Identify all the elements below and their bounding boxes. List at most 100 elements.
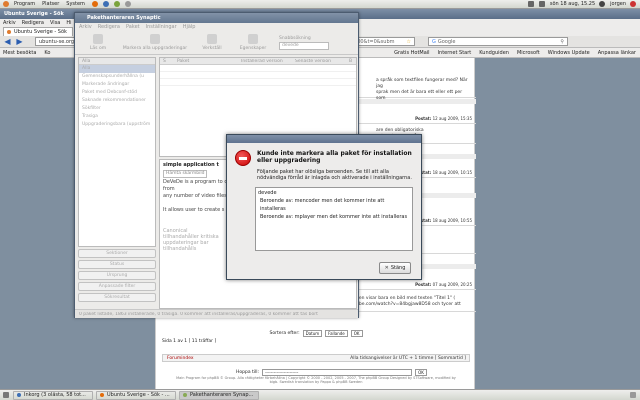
synaptic-icon xyxy=(183,393,187,397)
firefox-window-title: Ubuntu Sverige - Sök xyxy=(4,11,64,17)
timezone-text: Alla tidsangivelser är UTC + 1 timme [ S… xyxy=(350,355,466,361)
bookmark-star-icon[interactable]: ☆ xyxy=(407,39,414,45)
bookmark-hotmail[interactable]: Gratis HotMail xyxy=(394,50,429,56)
filter-item[interactable]: Gemenskapsunderhållna (u xyxy=(79,73,155,81)
trash-icon[interactable] xyxy=(630,392,636,398)
error-icon xyxy=(235,150,251,166)
power-icon[interactable] xyxy=(630,1,636,7)
syn-menu-arkiv[interactable]: Arkiv xyxy=(79,24,92,30)
synaptic-window-title: Pakethanteraren Synaptic xyxy=(87,15,161,21)
forward-icon[interactable]: ▶ xyxy=(15,37,24,46)
filter-item[interactable]: Saknade rekommendationer xyxy=(79,97,155,105)
mail-icon xyxy=(17,393,21,397)
col-status[interactable]: S xyxy=(163,59,173,64)
synaptic-statusbar: 0 paket listade, 1863 installerade, 0 tr… xyxy=(75,309,358,318)
col-installed[interactable]: Installerad version xyxy=(241,59,291,64)
network-icon[interactable] xyxy=(527,1,534,7)
taskbar-item-inbox[interactable]: Inkorg (3 olästa, 58 tot... xyxy=(13,390,93,400)
sort-field-select[interactable]: Datum xyxy=(302,329,323,337)
reload-icon xyxy=(93,34,103,44)
quick-search-label: Snabbsökning xyxy=(279,35,311,41)
menu-platser[interactable]: Platser xyxy=(42,1,59,7)
table-row[interactable] xyxy=(160,65,356,72)
syn-menu-installningar[interactable]: Inställningar xyxy=(146,24,177,30)
ff-menu-arkiv[interactable]: Arkiv xyxy=(3,20,16,26)
syn-menu-redigera[interactable]: Redigera xyxy=(98,24,120,30)
volume-icon[interactable] xyxy=(538,1,545,7)
sort-order-select[interactable]: Fallande xyxy=(325,329,348,337)
synaptic-menubar: Arkiv Redigera Paket Inställningar Hjälp xyxy=(75,23,358,31)
forum-index-link[interactable]: Forumindex xyxy=(167,356,194,361)
origin-button[interactable]: Ursprung xyxy=(78,271,156,280)
user-name[interactable]: jorgen xyxy=(610,1,626,7)
properties-button[interactable]: Egenskaper xyxy=(234,34,272,51)
mark-all-upgrades-button[interactable]: Markera alla uppgraderingar xyxy=(120,34,190,51)
filter-item[interactable]: Trasiga xyxy=(79,113,155,121)
menu-program[interactable]: Program xyxy=(14,1,35,7)
close-button-label: Stäng xyxy=(390,265,406,271)
bookmark-mest-besokta[interactable]: Mest besökta xyxy=(3,50,36,56)
dialog-message: Följande paket har olösliga beroenden. S… xyxy=(257,169,412,181)
error-dialog: Kunde inte markera alla paket för instal… xyxy=(226,134,422,280)
screenshot-button[interactable]: Hämta skärmbild xyxy=(163,170,208,178)
filter-item[interactable]: Alla xyxy=(79,65,155,73)
sections-button[interactable]: Sektioner xyxy=(78,249,156,258)
jump-ok-button[interactable]: OK xyxy=(415,369,427,376)
bookmark-kundguiden[interactable]: Kundguiden xyxy=(479,50,509,56)
table-row[interactable] xyxy=(160,79,356,86)
favicon-icon xyxy=(7,30,11,34)
app-launcher-icon[interactable] xyxy=(113,1,120,7)
filter-item[interactable]: Uppgraderingsbara (uppström xyxy=(79,121,155,129)
help-launcher-icon[interactable] xyxy=(124,1,131,7)
sort-bar: Sortera efter: Datum Fallande OK xyxy=(156,328,476,338)
search-results-button[interactable]: Sökresultat xyxy=(78,293,156,302)
col-b[interactable]: B xyxy=(349,59,352,64)
jump-select[interactable]: ----------------------- xyxy=(262,369,413,376)
bookmark-microsoft[interactable]: Microsoft xyxy=(517,50,540,56)
ff-menu-redigera[interactable]: Redigera xyxy=(22,20,44,26)
menu-system[interactable]: System xyxy=(66,1,85,7)
taskbar-item-synaptic[interactable]: Pakethanteraren Synap... xyxy=(179,390,259,400)
status-button[interactable]: Status xyxy=(78,260,156,269)
filter-item[interactable]: Markerade ändringar xyxy=(79,81,155,89)
firefox-launcher-icon[interactable] xyxy=(91,1,98,7)
post-meta: Postat: 12 aug 2009, 15:35 xyxy=(415,116,472,121)
filter-item[interactable]: Paket med Debconf-stöd xyxy=(79,89,155,97)
reload-button[interactable]: Läs om xyxy=(79,34,117,51)
taskbar-item-firefox[interactable]: Ubuntu Sverige - Sök - ... xyxy=(96,390,176,400)
syn-menu-paket[interactable]: Paket xyxy=(126,24,140,30)
browser-tab-label: Ubuntu Sverige - Sök xyxy=(14,29,67,35)
filter-list-header[interactable]: Alla xyxy=(79,58,155,65)
table-row[interactable] xyxy=(160,72,356,79)
bookmark-windows-update[interactable]: Windows Update xyxy=(548,50,590,56)
clock[interactable]: sön 18 aug, 15.25 xyxy=(550,1,595,7)
filter-item[interactable]: Sökfilter xyxy=(79,105,155,113)
bookmark-anpassa-lankar[interactable]: Anpassa länkar xyxy=(598,50,636,56)
back-icon[interactable]: ◀ xyxy=(3,37,12,46)
search-input[interactable]: G Google ⚲ xyxy=(428,37,568,46)
ubuntu-logo-icon[interactable] xyxy=(3,1,9,7)
dependency-item: Beroende av: mencoder men det kommer int… xyxy=(260,198,385,212)
sort-label: Sortera efter: xyxy=(269,330,300,336)
browser-tab[interactable]: Ubuntu Sverige - Sök xyxy=(3,27,73,36)
footer-text: Main Program for phpBB © Group. Alla rät… xyxy=(176,376,456,384)
ff-menu-historik[interactable]: Hi xyxy=(66,20,71,26)
sort-ok-button[interactable]: OK xyxy=(350,329,363,337)
custom-filters-button[interactable]: Anpassade filter xyxy=(78,282,156,291)
filter-list: Alla Alla Gemenskapsunderhållna (u Marke… xyxy=(78,57,156,247)
search-icon[interactable]: ⚲ xyxy=(560,39,567,45)
syn-menu-hjalp[interactable]: Hjälp xyxy=(183,24,196,30)
ff-menu-visa[interactable]: Visa xyxy=(50,20,60,26)
col-package[interactable]: Paket xyxy=(177,59,237,64)
show-desktop-icon[interactable] xyxy=(3,392,9,398)
support-note: Canonical tillhandahåller kritiska uppda… xyxy=(163,228,219,252)
apply-button[interactable]: Verkställ xyxy=(193,34,231,51)
col-latest[interactable]: Senaste version xyxy=(295,59,345,64)
quick-search-input[interactable]: devede xyxy=(279,41,329,50)
close-button[interactable]: ✕ Stäng xyxy=(379,262,411,274)
dependency-list[interactable]: devede Beroende av: mencoder men det kom… xyxy=(255,187,413,251)
bookmark-internet-start[interactable]: Internet Start xyxy=(438,50,472,56)
page-info: Sida 1 av 1 [ 11 träffar ] xyxy=(162,339,217,344)
thunderbird-launcher-icon[interactable] xyxy=(102,1,109,7)
bookmark-ko[interactable]: Ko xyxy=(44,50,50,56)
